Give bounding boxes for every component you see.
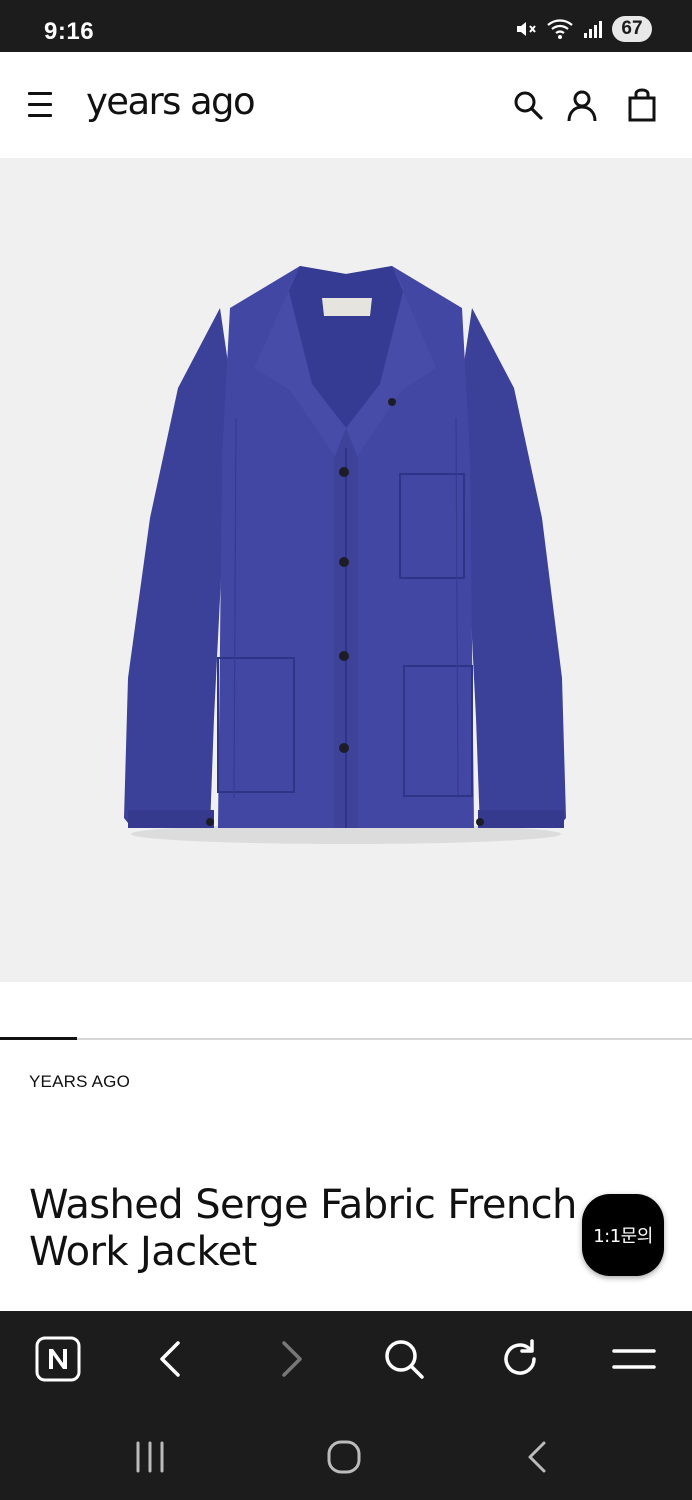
system-nav-bar [0,1407,692,1500]
search-icon[interactable] [380,1335,428,1383]
site-header: years ago [0,52,692,158]
account-icon[interactable] [565,88,599,122]
product-image[interactable] [0,158,692,982]
back-icon[interactable] [148,1335,196,1383]
status-time: 9:16 [44,18,95,45]
product-title: Washed Serge Fabric French Work Jacket [29,1182,577,1275]
status-icons: 67 [514,16,652,42]
gallery-progress-track [0,1038,692,1040]
naver-icon[interactable] [34,1335,82,1383]
shopping-bag-icon[interactable] [625,88,659,122]
menu-icon-bar [28,114,52,117]
menu-icon[interactable] [610,1335,658,1383]
search-icon[interactable] [511,88,545,122]
signal-icon [584,21,602,38]
refresh-icon[interactable] [496,1335,544,1383]
menu-icon [28,92,52,95]
status-bar: 9:16 67 [0,0,692,52]
product-brand[interactable]: YEARS AGO [29,1072,130,1092]
home-icon[interactable] [324,1437,364,1477]
browser-toolbar [0,1311,692,1407]
wifi-icon [547,19,573,39]
menu-icon-bar [28,103,52,106]
chat-inquiry-button[interactable]: 1:1문의 [582,1194,664,1276]
forward-icon[interactable] [266,1335,314,1383]
jacket-image [124,266,566,844]
battery-icon: 67 [612,16,652,42]
site-logo[interactable]: years ago [86,80,256,123]
back-icon[interactable] [518,1437,558,1477]
gallery-progress-thumb [0,1037,77,1040]
menu-button[interactable] [26,88,56,122]
recents-icon[interactable] [130,1437,170,1477]
mute-icon [517,22,536,36]
